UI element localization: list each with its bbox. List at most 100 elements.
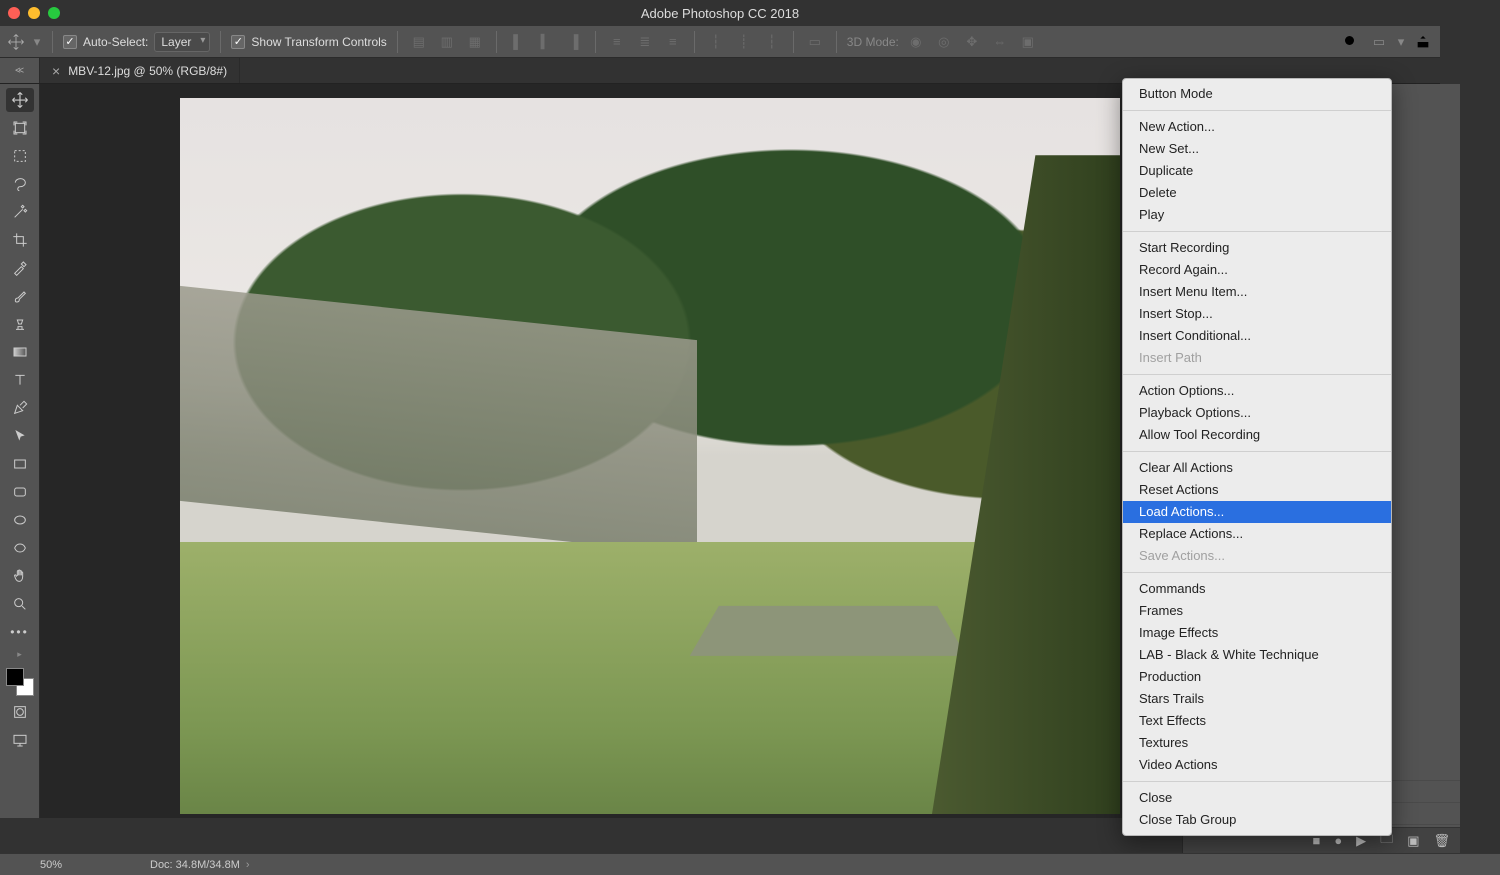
artboard-tool[interactable] — [6, 116, 34, 140]
pen-tool[interactable] — [6, 396, 34, 420]
menu-item[interactable]: Image Effects — [1123, 622, 1391, 644]
document-tab-label: MBV-12.jpg @ 50% (RGB/8#) — [68, 64, 227, 78]
quick-mask-toggle[interactable] — [6, 700, 34, 724]
toolbar-expand-icon[interactable]: ▸ — [6, 648, 34, 660]
3d-camera-icon[interactable]: ▣ — [1017, 31, 1039, 53]
foreground-color-swatch[interactable] — [6, 668, 24, 686]
menu-item[interactable]: Playback Options... — [1123, 402, 1391, 424]
screen-mode-toggle[interactable] — [6, 728, 34, 752]
menu-item[interactable]: Clear All Actions — [1123, 457, 1391, 479]
3d-pan-icon[interactable]: ✥ — [961, 31, 983, 53]
menu-item[interactable]: Insert Menu Item... — [1123, 281, 1391, 303]
rectangle-tool[interactable] — [6, 452, 34, 476]
auto-select-target-dropdown[interactable]: Layer — [154, 32, 210, 52]
close-tab-icon[interactable]: × — [52, 63, 60, 79]
zoom-level[interactable]: 50% — [40, 859, 120, 871]
distribute-vcenter-icon[interactable]: ≣ — [634, 31, 656, 53]
workspace-dropdown-icon[interactable]: ▾ — [1396, 31, 1406, 53]
menu-item[interactable]: New Set... — [1123, 138, 1391, 160]
document-tab[interactable]: × MBV-12.jpg @ 50% (RGB/8#) — [40, 58, 240, 83]
distribute-right-icon[interactable]: ┆ — [761, 31, 783, 53]
hand-tool[interactable] — [6, 564, 34, 588]
auto-select-target-value: Layer — [161, 35, 191, 49]
clone-stamp-tool[interactable] — [6, 312, 34, 336]
menu-item[interactable]: Record Again... — [1123, 259, 1391, 281]
align-right-icon[interactable]: ▐ — [563, 31, 585, 53]
menu-item[interactable]: Replace Actions... — [1123, 523, 1391, 545]
menu-item[interactable]: Production — [1123, 666, 1391, 688]
menu-item[interactable]: Action Options... — [1123, 380, 1391, 402]
new-action-icon[interactable]: ▣ — [1407, 833, 1419, 849]
doc-size[interactable]: Doc: 34.8M/34.8M › — [150, 859, 250, 871]
custom-shape-tool[interactable] — [6, 536, 34, 560]
auto-select-checkbox[interactable] — [63, 35, 77, 49]
document-image — [180, 98, 1120, 814]
color-swatches[interactable] — [6, 668, 34, 696]
menu-item[interactable]: Commands — [1123, 578, 1391, 600]
auto-align-icon[interactable]: ▭ — [804, 31, 826, 53]
menu-item[interactable]: Delete — [1123, 182, 1391, 204]
magic-wand-tool[interactable] — [6, 200, 34, 224]
menu-item[interactable]: Stars Trails — [1123, 688, 1391, 710]
3d-slide-icon[interactable]: ⇔ — [989, 31, 1011, 53]
menu-item[interactable]: Insert Stop... — [1123, 303, 1391, 325]
doc-size-label: Doc: 34.8M/34.8M — [150, 859, 240, 871]
menu-item[interactable]: Button Mode — [1123, 83, 1391, 105]
brush-tool[interactable] — [6, 284, 34, 308]
3d-roll-icon[interactable]: ◎ — [933, 31, 955, 53]
marquee-tool[interactable] — [6, 144, 34, 168]
separator — [496, 31, 497, 53]
menu-item[interactable]: Frames — [1123, 600, 1391, 622]
menu-item[interactable]: New Action... — [1123, 116, 1391, 138]
align-hcenter-icon[interactable]: ▍ — [535, 31, 557, 53]
gradient-tool[interactable] — [6, 340, 34, 364]
move-tool[interactable] — [6, 88, 34, 112]
align-top-icon[interactable]: ▤ — [408, 31, 430, 53]
menu-separator — [1123, 451, 1391, 452]
menu-item: Save Actions... — [1123, 545, 1391, 567]
menu-item[interactable]: LAB - Black & White Technique — [1123, 644, 1391, 666]
eyedropper-tool[interactable] — [6, 256, 34, 280]
lasso-tool[interactable] — [6, 172, 34, 196]
menu-item[interactable]: Reset Actions — [1123, 479, 1391, 501]
menu-item[interactable]: Text Effects — [1123, 710, 1391, 732]
menu-item[interactable]: Play — [1123, 204, 1391, 226]
3d-orbit-icon[interactable]: ◉ — [905, 31, 927, 53]
distribute-left-icon[interactable]: ┆ — [705, 31, 727, 53]
type-tool[interactable] — [6, 368, 34, 392]
distribute-hcenter-icon[interactable]: ┊ — [733, 31, 755, 53]
ellipse-tool[interactable] — [6, 508, 34, 532]
distribute-top-icon[interactable]: ≡ — [606, 31, 628, 53]
menu-item[interactable]: Allow Tool Recording — [1123, 424, 1391, 446]
move-tool-icon[interactable] — [6, 32, 26, 52]
menu-item[interactable]: Textures — [1123, 732, 1391, 754]
menu-item[interactable]: Insert Conditional... — [1123, 325, 1391, 347]
menu-item[interactable]: Load Actions... — [1123, 501, 1391, 523]
share-icon[interactable] — [1412, 31, 1434, 53]
distribute-bottom-icon[interactable]: ≡ — [662, 31, 684, 53]
menu-item: Insert Path — [1123, 347, 1391, 369]
menu-item[interactable]: Close — [1123, 787, 1391, 809]
trash-icon[interactable]: 🗑 — [1433, 833, 1450, 849]
menu-separator — [1123, 231, 1391, 232]
rounded-rectangle-tool[interactable] — [6, 480, 34, 504]
crop-tool[interactable] — [6, 228, 34, 252]
align-bottom-icon[interactable]: ▦ — [464, 31, 486, 53]
menu-item[interactable]: Start Recording — [1123, 237, 1391, 259]
search-icon[interactable] — [1340, 31, 1362, 53]
menu-item[interactable]: Duplicate — [1123, 160, 1391, 182]
align-left-icon[interactable]: ▌ — [507, 31, 529, 53]
tool-preset-dropdown-icon[interactable]: ▾ — [32, 32, 42, 52]
edit-toolbar-button[interactable]: ••• — [6, 620, 34, 644]
path-selection-tool[interactable] — [6, 424, 34, 448]
zoom-tool[interactable] — [6, 592, 34, 616]
toolbar-collapse-toggle[interactable]: ≪ — [0, 58, 40, 83]
chevron-right-icon[interactable]: › — [246, 859, 250, 871]
align-vcenter-icon[interactable]: ▥ — [436, 31, 458, 53]
workspace-switcher-icon[interactable]: ▭ — [1368, 31, 1390, 53]
separator — [220, 31, 221, 53]
show-transform-label: Show Transform Controls — [251, 35, 386, 49]
show-transform-checkbox[interactable] — [231, 35, 245, 49]
menu-item[interactable]: Video Actions — [1123, 754, 1391, 776]
menu-item[interactable]: Close Tab Group — [1123, 809, 1391, 831]
